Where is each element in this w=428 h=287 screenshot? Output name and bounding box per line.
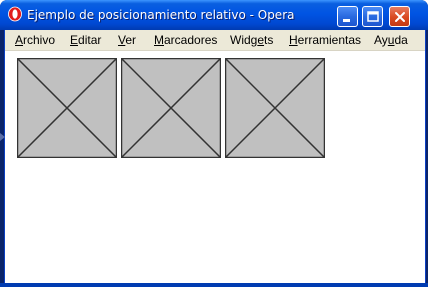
menu-widgets[interactable]: Widgets bbox=[230, 32, 273, 48]
image-placeholder-2 bbox=[120, 57, 222, 159]
title-bar[interactable]: Ejemplo de posicionamiento relativo - Op… bbox=[0, 0, 428, 30]
image-placeholder-1 bbox=[16, 57, 118, 159]
browser-client-area: Archivo Editar Ver Marcadores Widgets He… bbox=[4, 30, 426, 283]
close-icon bbox=[395, 12, 405, 22]
broken-image-icon bbox=[120, 57, 222, 159]
browser-window: Ejemplo de posicionamiento relativo - Op… bbox=[0, 0, 428, 287]
menu-editar[interactable]: Editar bbox=[70, 32, 101, 48]
menu-archivo[interactable]: Archivo bbox=[15, 32, 55, 48]
opera-icon[interactable] bbox=[7, 6, 23, 22]
minimize-button[interactable] bbox=[337, 6, 358, 27]
window-bottom-border bbox=[0, 283, 428, 287]
panel-toggle-icon[interactable] bbox=[0, 133, 6, 141]
menu-marcadores[interactable]: Marcadores bbox=[154, 32, 217, 48]
maximize-icon bbox=[367, 11, 379, 22]
window-title: Ejemplo de posicionamiento relativo - Op… bbox=[27, 8, 295, 22]
menu-herramientas[interactable]: Herramientas bbox=[289, 32, 361, 48]
image-placeholder-3 bbox=[224, 57, 326, 159]
broken-image-icon bbox=[224, 57, 326, 159]
menu-bar: Archivo Editar Ver Marcadores Widgets He… bbox=[5, 30, 425, 51]
close-button[interactable] bbox=[389, 6, 410, 27]
page-content bbox=[5, 51, 425, 283]
maximize-button[interactable] bbox=[362, 6, 383, 27]
minimize-icon bbox=[343, 19, 350, 22]
broken-image-icon bbox=[16, 57, 118, 159]
menu-ver[interactable]: Ver bbox=[118, 32, 136, 48]
menu-ayuda[interactable]: Ayuda bbox=[374, 32, 408, 48]
